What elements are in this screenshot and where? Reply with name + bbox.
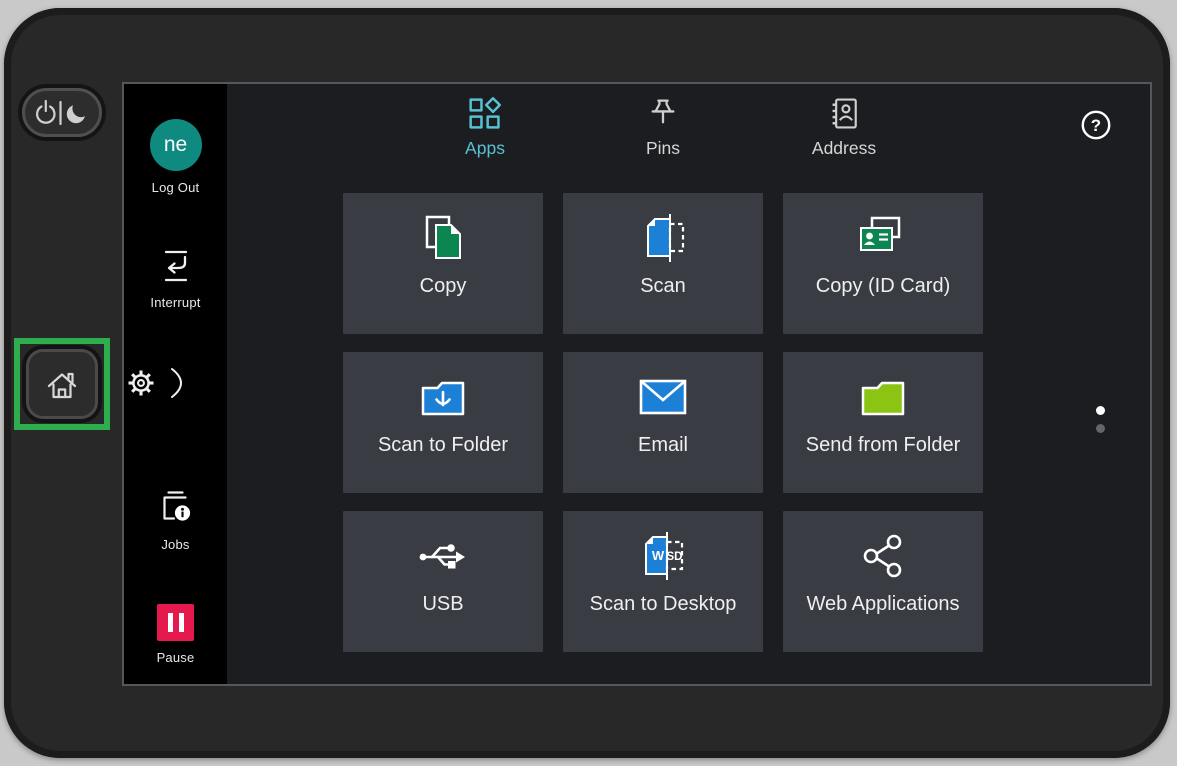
svg-text:SD: SD (667, 551, 683, 563)
tab-address[interactable]: Address (812, 96, 876, 159)
printer-front-panel: ne Log Out Interrupt (4, 8, 1170, 758)
tab-apps-label: Apps (465, 138, 505, 159)
logout-button[interactable]: ne Log Out (124, 119, 227, 195)
app-grid: Copy Scan (343, 193, 983, 652)
home-screen: Apps Pins (227, 84, 1150, 684)
jobs-icon (157, 488, 195, 528)
interrupt-icon (157, 246, 195, 286)
svg-text:W: W (652, 548, 665, 563)
id-card-icon (855, 210, 911, 266)
settings-button[interactable] (124, 366, 227, 400)
home-button[interactable] (26, 349, 98, 419)
home-icon (44, 367, 80, 401)
pause-button[interactable]: Pause (124, 604, 227, 665)
app-tile-label: Send from Folder (806, 434, 961, 457)
tab-apps[interactable]: Apps (465, 96, 505, 159)
tab-pins-label: Pins (646, 138, 680, 159)
email-envelope-icon (637, 369, 689, 425)
copy-pages-icon (416, 210, 470, 266)
folder-download-icon (417, 369, 469, 425)
address-book-icon (826, 96, 861, 131)
avatar: ne (150, 119, 202, 171)
gear-icon (124, 366, 158, 400)
jobs-button[interactable]: Jobs (124, 488, 227, 552)
app-tile-copy-id-card[interactable]: Copy (ID Card) (783, 193, 983, 334)
app-tile-scan-to-folder[interactable]: Scan to Folder (343, 352, 543, 493)
help-button[interactable]: ? (1080, 109, 1112, 141)
app-tile-scan[interactable]: Scan (563, 193, 763, 334)
logout-label: Log Out (152, 180, 200, 195)
interrupt-button[interactable]: Interrupt (124, 246, 227, 310)
app-tile-web-applications[interactable]: Web Applications (783, 511, 983, 652)
app-tile-scan-to-desktop[interactable]: W SD Scan to Desktop (563, 511, 763, 652)
avatar-initials: ne (164, 133, 187, 157)
tab-address-label: Address (812, 138, 876, 159)
app-tile-label: Copy (420, 275, 467, 298)
app-tile-label: USB (422, 593, 463, 616)
apps-grid-icon (467, 96, 502, 131)
power-sleep-button[interactable] (22, 88, 102, 137)
help-icon: ? (1080, 109, 1112, 141)
app-tile-label: Scan to Desktop (590, 593, 737, 616)
app-tile-label: Scan to Folder (378, 434, 508, 457)
pause-label: Pause (157, 650, 195, 665)
app-tile-label: Web Applications (806, 593, 959, 616)
svg-text:?: ? (1091, 116, 1101, 135)
usb-icon (416, 528, 470, 584)
tab-pins[interactable]: Pins (646, 96, 681, 159)
page-dot-1[interactable] (1096, 406, 1105, 415)
scan-page-icon (637, 210, 689, 266)
folder-icon (857, 369, 909, 425)
app-tile-copy[interactable]: Copy (343, 193, 543, 334)
chevron-right-icon (170, 367, 183, 399)
touchscreen: ne Log Out Interrupt (122, 82, 1152, 686)
jobs-label: Jobs (161, 537, 189, 552)
wsd-document-icon: W SD (637, 528, 689, 584)
sidebar: ne Log Out Interrupt (124, 84, 227, 684)
pushpin-icon (646, 96, 681, 131)
app-tile-send-from-folder[interactable]: Send from Folder (783, 352, 983, 493)
share-network-icon (859, 528, 907, 584)
app-tile-email[interactable]: Email (563, 352, 763, 493)
page-indicator (1096, 406, 1105, 433)
interrupt-label: Interrupt (150, 295, 200, 310)
app-tile-label: Copy (ID Card) (816, 275, 950, 298)
app-tile-usb[interactable]: USB (343, 511, 543, 652)
page-dot-2[interactable] (1096, 424, 1105, 433)
app-tile-label: Scan (640, 275, 686, 298)
home-button-highlight (14, 338, 110, 430)
power-moon-icon (33, 97, 91, 129)
app-tile-label: Email (638, 434, 688, 457)
pause-icon (157, 604, 194, 641)
